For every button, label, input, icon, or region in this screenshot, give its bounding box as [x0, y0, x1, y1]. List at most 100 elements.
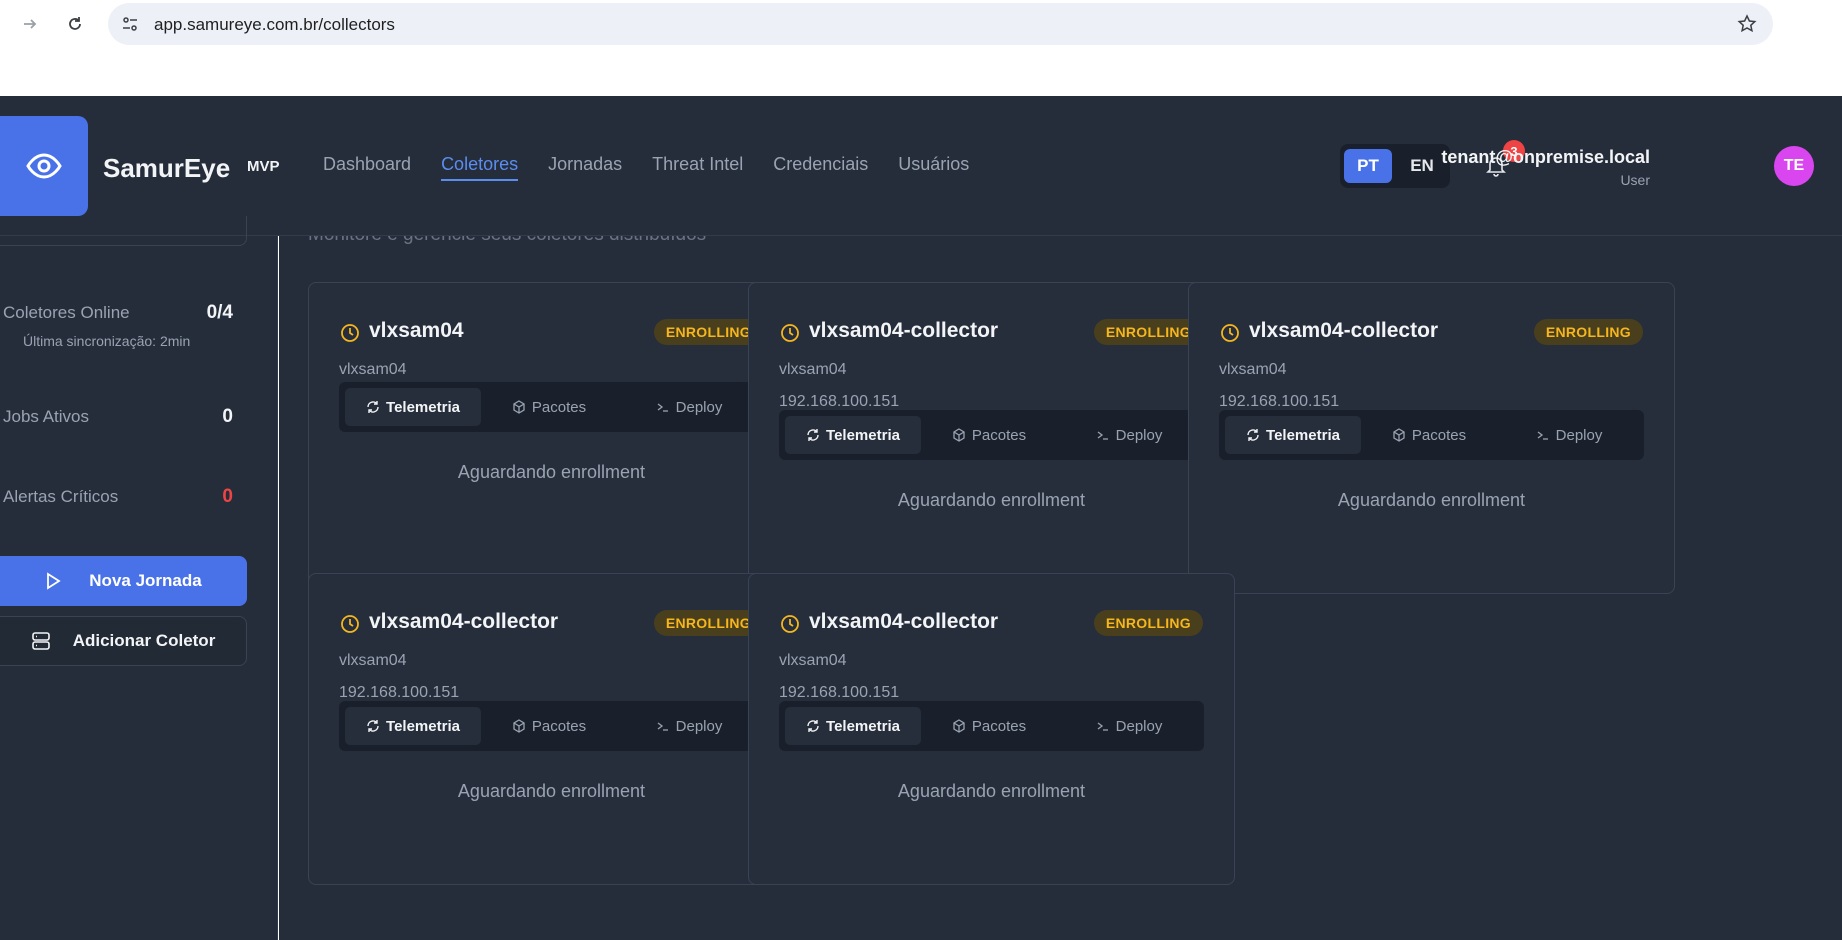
- stat-value: 0/4: [206, 302, 233, 323]
- nav-dashboard[interactable]: Dashboard: [323, 154, 411, 181]
- terminal-icon: [657, 722, 668, 731]
- nav-usuarios[interactable]: Usuários: [898, 154, 969, 181]
- tab-deploy[interactable]: Deploy: [1079, 416, 1179, 454]
- collector-name: vlxsam04-collector: [369, 610, 559, 633]
- collector-host: vlxsam04: [779, 652, 847, 669]
- tab-label: Pacotes: [531, 398, 587, 416]
- collector-card[interactable]: vlxsam04 ENROLLING vlxsam04 Telemetria P…: [308, 282, 795, 594]
- tab-label: Deploy: [1555, 426, 1603, 444]
- package-icon: [513, 400, 525, 414]
- status-badge: ENROLLING: [653, 610, 763, 636]
- button-label: Nova Jornada: [89, 571, 202, 590]
- tab-telemetria[interactable]: Telemetria: [785, 416, 921, 454]
- tab-deploy[interactable]: Deploy: [1079, 707, 1179, 745]
- tab-pacotes[interactable]: Pacotes: [1379, 416, 1479, 454]
- adicionar-coletor-button[interactable]: Adicionar Coletor: [0, 616, 247, 666]
- collector-ip: 192.168.100.151: [779, 393, 900, 410]
- nav-jornadas[interactable]: Jornadas: [548, 154, 622, 181]
- waiting-message: Aguardando enrollment: [1337, 490, 1526, 510]
- terminal-icon: [1097, 431, 1108, 440]
- app-header: SamurEye MVP Dashboard Coletores Jornada…: [0, 96, 1842, 236]
- tab-telemetria[interactable]: Telemetria: [345, 707, 481, 745]
- brand-name: SamurEye: [103, 153, 231, 183]
- status-badge: ENROLLING: [1093, 610, 1203, 636]
- eye-icon: [26, 153, 62, 179]
- tab-label: Telemetria: [386, 398, 460, 416]
- tab-telemetria[interactable]: Telemetria: [345, 388, 481, 426]
- stat-label: Coletores Online: [3, 303, 130, 322]
- tab-label: Pacotes: [971, 717, 1027, 735]
- server-icon: [31, 632, 50, 650]
- tab-deploy[interactable]: Deploy: [639, 707, 739, 745]
- play-icon: [47, 572, 61, 590]
- stat-alertas-criticos: Alertas Críticos 0: [3, 486, 233, 508]
- collector-name: vlxsam04-collector: [1249, 319, 1439, 342]
- collector-tabs: Telemetria Pacotes Deploy: [339, 701, 764, 751]
- collector-ip: 192.168.100.151: [779, 684, 900, 701]
- terminal-icon: [657, 403, 668, 412]
- refresh-icon: [1247, 429, 1259, 441]
- tab-label: Pacotes: [971, 426, 1027, 444]
- collector-host: vlxsam04: [779, 361, 847, 378]
- clock-icon: [339, 322, 361, 344]
- collector-card[interactable]: vlxsam04-collector ENROLLING vlxsam04 19…: [748, 282, 1235, 594]
- tab-label: Deploy: [675, 717, 723, 735]
- button-label: Adicionar Coletor: [72, 631, 216, 650]
- collector-name: vlxsam04-collector: [809, 319, 999, 342]
- language-en-button[interactable]: EN: [1398, 149, 1446, 183]
- address-bar[interactable]: app.samureye.com.br/collectors: [108, 3, 1773, 45]
- main-nav: Dashboard Coletores Jornadas Threat Inte…: [323, 154, 999, 181]
- main-content: Monitore e gerencie seus coletores distr…: [279, 236, 1842, 940]
- package-icon: [1393, 428, 1405, 442]
- tab-pacotes[interactable]: Pacotes: [499, 707, 599, 745]
- tab-label: Telemetria: [826, 426, 900, 444]
- stat-value: 0: [222, 406, 233, 427]
- collector-host: vlxsam04: [339, 652, 407, 669]
- waiting-message: Aguardando enrollment: [897, 781, 1086, 801]
- nav-coletores[interactable]: Coletores: [441, 154, 519, 181]
- forward-icon[interactable]: [16, 10, 44, 38]
- tab-pacotes[interactable]: Pacotes: [939, 707, 1039, 745]
- language-switch: PT EN: [1340, 144, 1450, 188]
- clock-icon: [339, 613, 361, 635]
- stat-label: Alertas Críticos: [3, 487, 119, 506]
- sidebar: Coletores Online 0/4 Última sincronizaçã…: [0, 216, 278, 940]
- refresh-icon: [807, 429, 819, 441]
- tab-telemetria[interactable]: Telemetria: [785, 707, 921, 745]
- tab-label: Telemetria: [386, 717, 460, 735]
- collector-card[interactable]: vlxsam04-collector ENROLLING vlxsam04 19…: [308, 573, 795, 885]
- refresh-icon: [367, 401, 379, 413]
- sync-status: Última sincronização: 2min: [23, 333, 191, 349]
- collector-card[interactable]: vlxsam04-collector ENROLLING vlxsam04 19…: [1188, 282, 1675, 594]
- collector-tabs: Telemetria Pacotes Deploy: [339, 382, 764, 432]
- reload-icon[interactable]: [61, 10, 89, 38]
- logo[interactable]: [0, 116, 88, 216]
- tab-label: Deploy: [675, 398, 723, 416]
- user-email[interactable]: tenant@onpremise.local: [1441, 147, 1650, 168]
- avatar[interactable]: TE: [1774, 146, 1814, 186]
- tab-telemetria[interactable]: Telemetria: [1225, 416, 1361, 454]
- status-badge: ENROLLING: [1533, 319, 1643, 345]
- tab-deploy[interactable]: Deploy: [639, 388, 739, 426]
- language-pt-button[interactable]: PT: [1344, 149, 1392, 183]
- nav-credenciais[interactable]: Credenciais: [773, 154, 868, 181]
- collector-card[interactable]: vlxsam04-collector ENROLLING vlxsam04 19…: [748, 573, 1235, 885]
- waiting-message: Aguardando enrollment: [457, 781, 646, 801]
- refresh-icon: [807, 720, 819, 732]
- clock-icon: [779, 322, 801, 344]
- nova-jornada-button[interactable]: Nova Jornada: [0, 556, 247, 606]
- site-settings-icon[interactable]: [118, 12, 142, 36]
- bookmark-star-icon[interactable]: [1735, 12, 1759, 36]
- package-icon: [953, 719, 965, 733]
- tab-pacotes[interactable]: Pacotes: [499, 388, 599, 426]
- status-badge: ENROLLING: [653, 319, 763, 345]
- tab-pacotes[interactable]: Pacotes: [939, 416, 1039, 454]
- page-subtitle: Monitore e gerencie seus coletores distr…: [308, 236, 706, 246]
- collector-ip: 192.168.100.151: [1219, 393, 1340, 410]
- collector-host: vlxsam04: [1219, 361, 1287, 378]
- tab-deploy[interactable]: Deploy: [1519, 416, 1619, 454]
- nav-threat-intel[interactable]: Threat Intel: [652, 154, 743, 181]
- status-badge: ENROLLING: [1093, 319, 1203, 345]
- user-role: User: [1620, 172, 1650, 188]
- url-text[interactable]: app.samureye.com.br/collectors: [154, 15, 395, 35]
